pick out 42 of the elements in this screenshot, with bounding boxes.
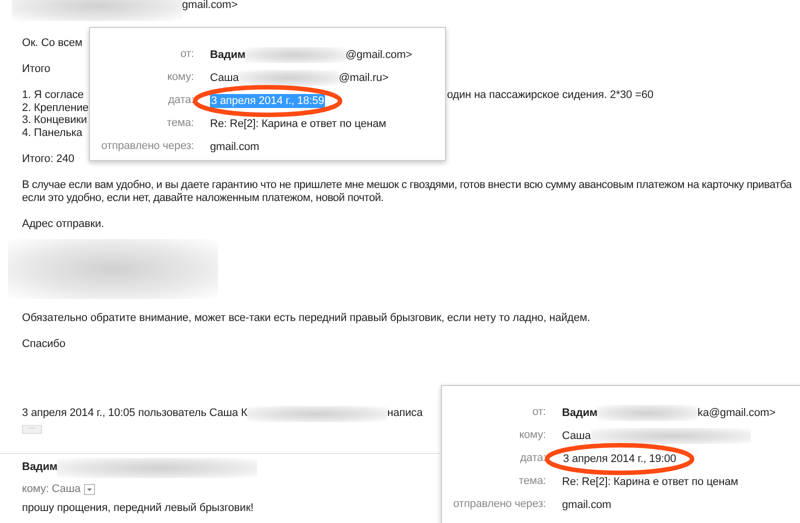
field-label: тема:: [166, 116, 194, 131]
message-text: один на пассажирское сидения. 2*30 =60: [447, 89, 654, 102]
message-text: Итого: 240: [22, 152, 74, 166]
field-label: тема:: [518, 474, 546, 489]
message-text: Итого: [22, 63, 50, 76]
field-value: gmail.com: [562, 498, 612, 510]
list-item: 4. Панелька: [22, 127, 82, 140]
message-text: Обязательно обратите внимание, может все-таки есть передний правый брызговик, если нету то ладно, найдем.: [22, 312, 590, 325]
date-value: 3 апреля 2014 г., 18:59: [210, 94, 326, 108]
message-text: прошу прощения, передний левый брызговик!: [22, 502, 254, 515]
message-text: Ок. Со всем: [22, 37, 82, 50]
recipient-name: Саша: [562, 430, 591, 442]
sender-name: Вадим: [210, 48, 246, 60]
field-label: дата:: [167, 93, 194, 108]
sender-name: Вадим: [562, 406, 598, 418]
message-paragraph: В случае если вам удобно, и вы даете гарантию что не пришлете мне мешок с гвоздями, готов внести всю сумму авансовым платежом на карточку приватба если это удобно, если нет, давайте наложенным платежом, новой почтой.: [22, 178, 792, 205]
field-label: отправлено через:: [452, 497, 546, 512]
field-label: от:: [179, 47, 194, 62]
list-item: 2. Крепление: [22, 102, 89, 114]
field-label: кому:: [166, 70, 194, 85]
field-label: дата:: [519, 451, 546, 466]
list-item: 1. Я согласе: [22, 89, 84, 102]
email-address: @gmail.com>: [345, 48, 412, 60]
date-value: 3 апреля 2014 г., 19:00: [562, 452, 678, 466]
message-text: Адрес отправки.: [22, 218, 104, 231]
sender-name: Вадим: [22, 461, 58, 474]
quote-header: написа: [387, 407, 423, 420]
field-value: Re: Re[2]: Карина е ответ по ценам: [562, 476, 738, 488]
field-label: кому:: [518, 428, 546, 443]
list-item: 3. Концевики: [22, 114, 87, 128]
dropdown-icon[interactable]: [84, 484, 96, 495]
recipient-line: кому: Саша: [22, 482, 80, 496]
field-value: Re: Re[2]: Карина е ответ по ценам: [210, 118, 386, 130]
recipient-name: Саша: [210, 72, 239, 84]
field-label: отправлено через:: [100, 139, 194, 154]
email-address: ka@gmail.com>: [697, 406, 776, 418]
field-value: gmail.com: [210, 140, 260, 152]
field-label: от:: [531, 405, 546, 420]
message-text: Спасибо: [22, 338, 66, 351]
email-address: @mail.ru>: [338, 72, 388, 84]
email-address: gmail.com>: [182, 0, 238, 12]
quote-header: 3 апреля 2014 г., 10:05 пользователь Саша К: [22, 407, 248, 420]
